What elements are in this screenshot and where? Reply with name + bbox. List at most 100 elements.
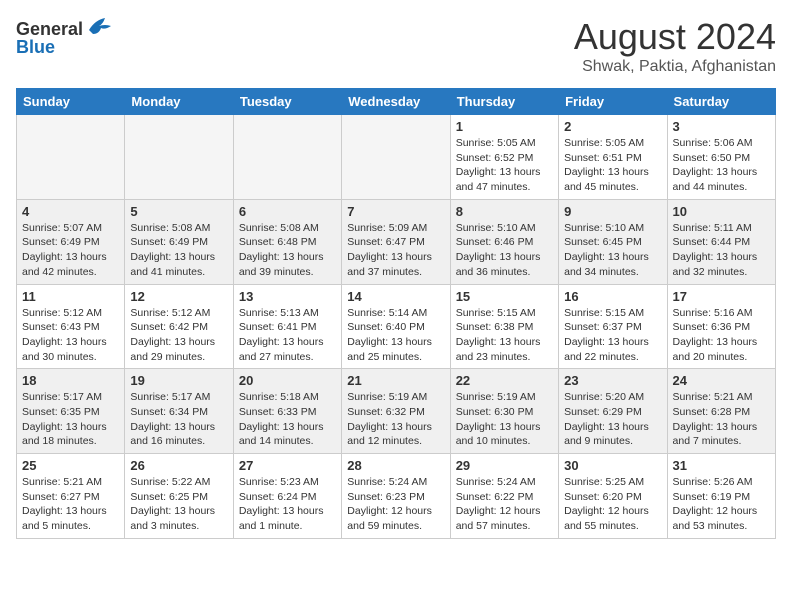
day-info-line: Sunrise: 5:08 AM [239, 221, 336, 236]
day-number: 25 [22, 458, 119, 473]
header-day-sunday: Sunday [17, 89, 125, 115]
header-day-wednesday: Wednesday [342, 89, 450, 115]
day-info-line: Sunset: 6:44 PM [673, 235, 770, 250]
calendar-cell: 6Sunrise: 5:08 AMSunset: 6:48 PMDaylight… [233, 199, 341, 284]
day-info-line: Daylight: 13 hours and 7 minutes. [673, 420, 770, 449]
day-info: Sunrise: 5:15 AMSunset: 6:38 PMDaylight:… [456, 306, 553, 365]
location-subtitle: Shwak, Paktia, Afghanistan [574, 58, 776, 76]
day-info: Sunrise: 5:24 AMSunset: 6:23 PMDaylight:… [347, 475, 444, 534]
logo-blue: Blue [16, 37, 55, 58]
day-info-line: Daylight: 13 hours and 32 minutes. [673, 250, 770, 279]
day-info-line: Sunset: 6:23 PM [347, 490, 444, 505]
day-info-line: Sunset: 6:38 PM [456, 320, 553, 335]
day-info-line: Daylight: 13 hours and 30 minutes. [22, 335, 119, 364]
calendar-cell: 2Sunrise: 5:05 AMSunset: 6:51 PMDaylight… [559, 115, 667, 200]
day-info-line: Sunrise: 5:18 AM [239, 390, 336, 405]
day-info-line: Sunrise: 5:21 AM [22, 475, 119, 490]
day-info: Sunrise: 5:21 AMSunset: 6:27 PMDaylight:… [22, 475, 119, 534]
day-info-line: Sunrise: 5:05 AM [456, 136, 553, 151]
day-info-line: Sunrise: 5:16 AM [673, 306, 770, 321]
day-info: Sunrise: 5:21 AMSunset: 6:28 PMDaylight:… [673, 390, 770, 449]
day-info-line: Daylight: 13 hours and 23 minutes. [456, 335, 553, 364]
day-info: Sunrise: 5:12 AMSunset: 6:43 PMDaylight:… [22, 306, 119, 365]
day-number: 5 [130, 204, 227, 219]
day-info-line: Daylight: 13 hours and 16 minutes. [130, 420, 227, 449]
day-info-line: Sunset: 6:50 PM [673, 151, 770, 166]
header-day-friday: Friday [559, 89, 667, 115]
day-info-line: Sunset: 6:40 PM [347, 320, 444, 335]
day-info: Sunrise: 5:15 AMSunset: 6:37 PMDaylight:… [564, 306, 661, 365]
calendar-cell [233, 115, 341, 200]
calendar-cell: 19Sunrise: 5:17 AMSunset: 6:34 PMDayligh… [125, 369, 233, 454]
day-number: 29 [456, 458, 553, 473]
calendar-cell: 3Sunrise: 5:06 AMSunset: 6:50 PMDaylight… [667, 115, 775, 200]
day-info-line: Sunrise: 5:26 AM [673, 475, 770, 490]
header-day-tuesday: Tuesday [233, 89, 341, 115]
calendar-cell: 7Sunrise: 5:09 AMSunset: 6:47 PMDaylight… [342, 199, 450, 284]
calendar-header-row: SundayMondayTuesdayWednesdayThursdayFrid… [17, 89, 776, 115]
calendar-cell: 30Sunrise: 5:25 AMSunset: 6:20 PMDayligh… [559, 454, 667, 539]
day-number: 2 [564, 119, 661, 134]
day-info: Sunrise: 5:25 AMSunset: 6:20 PMDaylight:… [564, 475, 661, 534]
day-info-line: Sunset: 6:28 PM [673, 405, 770, 420]
calendar-cell: 16 Sunrise: 5:15 AMSunset: 6:37 PMDayligh… [559, 284, 667, 369]
day-info-line: Sunset: 6:24 PM [239, 490, 336, 505]
day-info: Sunrise: 5:19 AMSunset: 6:30 PMDaylight:… [456, 390, 553, 449]
day-info-line: Daylight: 13 hours and 37 minutes. [347, 250, 444, 279]
calendar-cell: 22Sunrise: 5:19 AMSunset: 6:30 PMDayligh… [450, 369, 558, 454]
day-info-line: Sunrise: 5:17 AM [22, 390, 119, 405]
day-info-line: Sunrise: 5:24 AM [456, 475, 553, 490]
header-day-saturday: Saturday [667, 89, 775, 115]
day-info-line: Sunset: 6:36 PM [673, 320, 770, 335]
day-info: Sunrise: 5:05 AMSunset: 6:52 PMDaylight:… [456, 136, 553, 195]
day-info-line: Daylight: 12 hours and 55 minutes. [564, 504, 661, 533]
day-info-line: Daylight: 13 hours and 39 minutes. [239, 250, 336, 279]
day-info-line: Daylight: 13 hours and 1 minute. [239, 504, 336, 533]
day-info-line: Sunrise: 5:24 AM [347, 475, 444, 490]
day-info: Sunrise: 5:13 AMSunset: 6:41 PMDaylight:… [239, 306, 336, 365]
day-number: 8 [456, 204, 553, 219]
calendar-cell [17, 115, 125, 200]
month-year-title: August 2024 [574, 16, 776, 58]
week-row-4: 18Sunrise: 5:17 AMSunset: 6:35 PMDayligh… [17, 369, 776, 454]
calendar-cell: 5Sunrise: 5:08 AMSunset: 6:49 PMDaylight… [125, 199, 233, 284]
day-number: 10 [673, 204, 770, 219]
day-info-line: Sunrise: 5:19 AM [456, 390, 553, 405]
day-number: 4 [22, 204, 119, 219]
day-info-line: Sunset: 6:29 PM [564, 405, 661, 420]
day-info-line: Sunset: 6:35 PM [22, 405, 119, 420]
day-number: 9 [564, 204, 661, 219]
day-info-line: Sunrise: 5:25 AM [564, 475, 661, 490]
day-number: 16 [564, 289, 661, 304]
day-info: Sunrise: 5:10 AMSunset: 6:46 PMDaylight:… [456, 221, 553, 280]
calendar-cell: 29 Sunrise: 5:24 AMSunset: 6:22 PMDayligh… [450, 454, 558, 539]
day-info-line: Sunset: 6:49 PM [22, 235, 119, 250]
day-number: 14 [347, 289, 444, 304]
day-info-line: Daylight: 12 hours and 57 minutes. [456, 504, 553, 533]
day-number: 12 [130, 289, 227, 304]
calendar-cell: 9 Sunrise: 5:10 AMSunset: 6:45 PMDaylight… [559, 199, 667, 284]
day-info-line: Daylight: 12 hours and 53 minutes. [673, 504, 770, 533]
day-info: Sunrise: 5:10 AMSunset: 6:45 PMDaylight:… [564, 221, 661, 280]
day-info-line: Sunrise: 5:21 AM [673, 390, 770, 405]
calendar-cell: 13 Sunrise: 5:13 AMSunset: 6:41 PMDayligh… [233, 284, 341, 369]
day-number: 13 [239, 289, 336, 304]
day-number: 23 [564, 373, 661, 388]
day-info-line: Sunrise: 5:19 AM [347, 390, 444, 405]
day-info: Sunrise: 5:24 AMSunset: 6:22 PMDaylight:… [456, 475, 553, 534]
day-info-line: Sunrise: 5:07 AM [22, 221, 119, 236]
day-info-line: Sunrise: 5:13 AM [239, 306, 336, 321]
title-section: August 2024 Shwak, Paktia, Afghanistan [574, 16, 776, 76]
day-info-line: Sunset: 6:27 PM [22, 490, 119, 505]
day-info-line: Daylight: 13 hours and 20 minutes. [673, 335, 770, 364]
day-info-line: Sunrise: 5:22 AM [130, 475, 227, 490]
day-info-line: Daylight: 13 hours and 42 minutes. [22, 250, 119, 279]
calendar-cell: 15Sunrise: 5:15 AMSunset: 6:38 PMDayligh… [450, 284, 558, 369]
calendar-cell: 23Sunrise: 5:20 AMSunset: 6:29 PMDayligh… [559, 369, 667, 454]
day-info-line: Sunset: 6:32 PM [347, 405, 444, 420]
day-info-line: Sunrise: 5:12 AM [130, 306, 227, 321]
header-day-monday: Monday [125, 89, 233, 115]
calendar-cell: 21Sunrise: 5:19 AMSunset: 6:32 PMDayligh… [342, 369, 450, 454]
day-info-line: Daylight: 13 hours and 36 minutes. [456, 250, 553, 279]
calendar-cell: 18Sunrise: 5:17 AMSunset: 6:35 PMDayligh… [17, 369, 125, 454]
